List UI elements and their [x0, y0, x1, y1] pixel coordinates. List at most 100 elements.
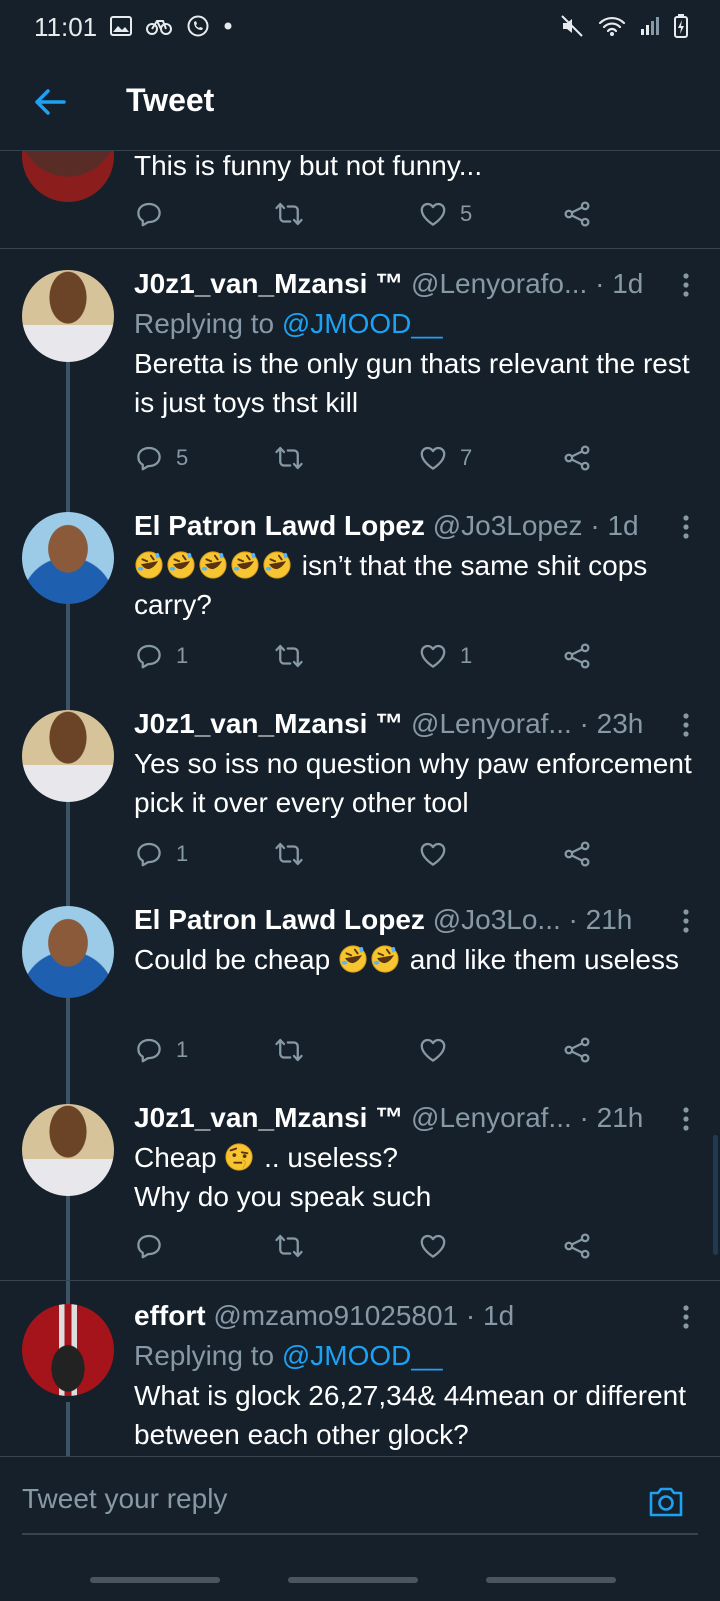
tweet-text: Yes so iss no question why paw enforceme… — [134, 748, 692, 818]
retweet-icon — [274, 641, 304, 671]
timestamp: · 21h — [568, 904, 633, 935]
tweet-header: J0z1_van_Mzansi ™ @Lenyoraf... · 23h — [134, 706, 694, 742]
like-button[interactable]: 7 — [418, 438, 472, 478]
divider — [0, 1280, 720, 1281]
retweet-button[interactable] — [274, 194, 304, 234]
more-options-icon[interactable] — [682, 712, 690, 738]
dot-icon — [224, 22, 232, 30]
replying-to: Replying to @JMOOD__ — [134, 308, 443, 339]
reply-button[interactable]: 1 — [134, 834, 188, 874]
tweet-actions: 1 1 — [134, 636, 654, 676]
tweet-header: J0z1_van_Mzansi ™ @Lenyoraf... · 21h — [134, 1100, 694, 1136]
wifi-icon — [598, 16, 626, 36]
avatar[interactable] — [22, 150, 114, 202]
timestamp: · 21h — [579, 1102, 644, 1133]
avatar[interactable] — [22, 270, 114, 362]
share-button[interactable] — [562, 834, 592, 874]
handle[interactable]: @Jo3Lopez — [433, 510, 583, 541]
handle[interactable]: @Lenyorafo... — [411, 268, 587, 299]
heart-icon — [418, 839, 448, 869]
reply-icon — [134, 1231, 164, 1261]
tweet-text: Beretta is the only gun thats relevant t… — [134, 348, 690, 418]
tweet-text: This is funny but not funny... — [134, 150, 483, 181]
like-button[interactable]: 1 — [418, 636, 472, 676]
display-name[interactable]: effort — [134, 1300, 206, 1331]
tweet-thread[interactable]: This is funny but not funny... 5 J0z1_va… — [0, 150, 720, 1484]
reply-button[interactable] — [134, 194, 164, 234]
reply-icon — [134, 199, 164, 229]
retweet-icon — [274, 1035, 304, 1065]
share-button[interactable] — [562, 438, 592, 478]
reply-count: 5 — [176, 445, 189, 470]
avatar[interactable] — [22, 1304, 114, 1396]
display-name[interactable]: J0z1_van_Mzansi ™ — [134, 1102, 403, 1133]
more-options-icon[interactable] — [682, 908, 690, 934]
tweet[interactable]: J0z1_van_Mzansi ™ @Lenyoraf... · 23h Yes… — [0, 706, 720, 886]
tweet-actions: 5 7 — [134, 438, 654, 478]
handle[interactable]: @Lenyoraf... — [411, 708, 572, 739]
input-underline — [22, 1533, 698, 1535]
retweet-button[interactable] — [274, 834, 304, 874]
like-button[interactable] — [418, 1226, 448, 1266]
handle[interactable]: @Lenyoraf... — [411, 1102, 572, 1133]
page-title: Tweet — [126, 82, 215, 118]
heart-icon — [418, 443, 448, 473]
tweet[interactable]: J0z1_van_Mzansi ™ @Lenyorafo... · 1d Rep… — [0, 266, 720, 496]
more-options-icon[interactable] — [682, 272, 690, 298]
like-button[interactable] — [418, 1030, 448, 1070]
share-button[interactable] — [562, 1030, 592, 1070]
more-options-icon[interactable] — [682, 514, 690, 540]
mention-link[interactable]: @JMOOD__ — [282, 1340, 443, 1371]
tweet-partial[interactable]: This is funny but not funny... 5 — [0, 150, 720, 250]
retweet-button[interactable] — [274, 1226, 304, 1266]
display-name[interactable]: El Patron Lawd Lopez — [134, 904, 425, 935]
tweet[interactable]: El Patron Lawd Lopez @Jo3Lopez · 1d isn’… — [0, 508, 720, 688]
tweet-text: What is glock 26,27,34& 44mean or differ… — [134, 1380, 687, 1450]
nav-recent-apps[interactable] — [90, 1577, 220, 1583]
replying-to: Replying to @JMOOD__ — [134, 1340, 443, 1371]
signal-icon — [641, 17, 659, 35]
nav-back[interactable] — [486, 1577, 616, 1583]
share-button[interactable] — [562, 636, 592, 676]
tweet[interactable]: El Patron Lawd Lopez @Jo3Lo... · 21h Cou… — [0, 902, 720, 1082]
tweet-header: El Patron Lawd Lopez @Jo3Lopez · 1d — [134, 508, 694, 544]
back-arrow-icon[interactable] — [30, 82, 70, 122]
like-count: 5 — [460, 201, 473, 226]
reply-input[interactable]: Tweet your reply — [22, 1483, 227, 1515]
avatar[interactable] — [22, 1104, 114, 1196]
share-icon — [562, 443, 592, 473]
avatar[interactable] — [22, 710, 114, 802]
reply-button[interactable]: 1 — [134, 1030, 188, 1070]
tweet-header: effort @mzamo91025801 · 1d — [134, 1298, 694, 1334]
whatsapp-icon — [187, 15, 209, 37]
share-button[interactable] — [562, 1226, 592, 1266]
share-button[interactable] — [562, 194, 592, 234]
avatar[interactable] — [22, 906, 114, 998]
reply-button[interactable]: 5 — [134, 438, 188, 478]
like-button[interactable]: 5 — [418, 194, 472, 234]
retweet-button[interactable] — [274, 1030, 304, 1070]
nav-home[interactable] — [288, 1577, 418, 1583]
display-name[interactable]: El Patron Lawd Lopez — [134, 510, 425, 541]
tweet[interactable]: J0z1_van_Mzansi ™ @Lenyoraf... · 21h Che… — [0, 1100, 720, 1280]
like-button[interactable] — [418, 834, 448, 874]
mention-link[interactable]: @JMOOD__ — [282, 308, 443, 339]
reply-count: 1 — [176, 841, 189, 866]
retweet-button[interactable] — [274, 636, 304, 676]
handle[interactable]: @Jo3Lo... — [433, 904, 561, 935]
display-name[interactable]: J0z1_van_Mzansi ™ — [134, 708, 403, 739]
tweet-actions: 5 — [134, 194, 654, 234]
more-options-icon[interactable] — [682, 1106, 690, 1132]
timestamp: · 23h — [579, 708, 644, 739]
camera-icon[interactable] — [646, 1481, 686, 1521]
handle[interactable]: @mzamo91025801 — [213, 1300, 458, 1331]
scrollbar[interactable] — [713, 1135, 718, 1255]
more-options-icon[interactable] — [682, 1304, 690, 1330]
rofl-emoji-icon — [198, 550, 228, 580]
retweet-button[interactable] — [274, 438, 304, 478]
reply-button[interactable]: 1 — [134, 636, 188, 676]
reply-button[interactable] — [134, 1226, 164, 1266]
tweet-header: J0z1_van_Mzansi ™ @Lenyorafo... · 1d — [134, 266, 694, 302]
avatar[interactable] — [22, 512, 114, 604]
display-name[interactable]: J0z1_van_Mzansi ™ — [134, 268, 403, 299]
